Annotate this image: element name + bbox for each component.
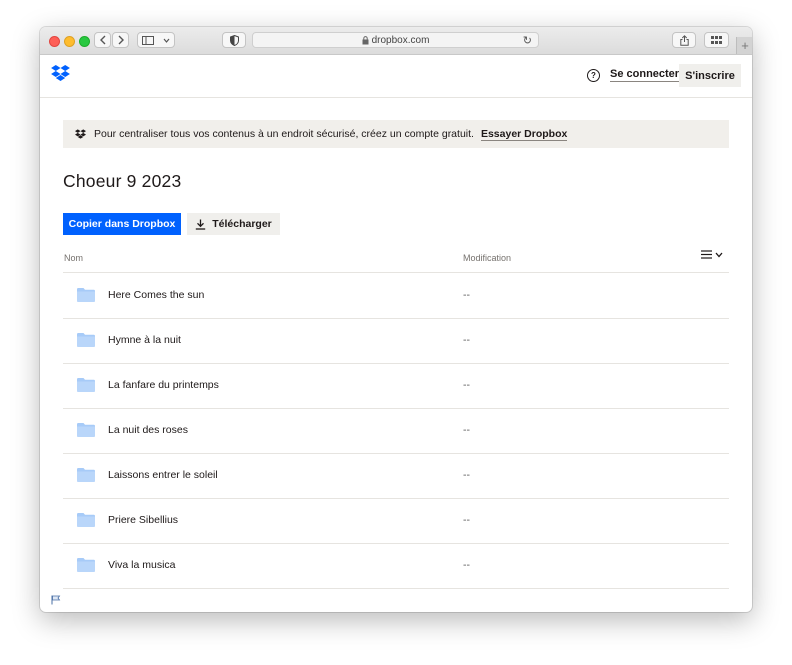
- download-label: Télécharger: [212, 218, 272, 230]
- file-name[interactable]: Priere Sibellius: [108, 514, 178, 526]
- folder-icon: [77, 333, 95, 352]
- folder-icon: [77, 558, 95, 577]
- file-name[interactable]: Laissons entrer le soleil: [108, 469, 218, 481]
- zoom-window-button[interactable]: [79, 36, 90, 47]
- table-row[interactable]: La nuit des roses --: [63, 408, 729, 454]
- grid-icon: [711, 36, 722, 44]
- table-row[interactable]: Laissons entrer le soleil --: [63, 453, 729, 499]
- folder-icon: [77, 513, 95, 532]
- table-row[interactable]: Priere Sibellius --: [63, 498, 729, 544]
- table-row[interactable]: Here Comes the sun --: [63, 273, 729, 319]
- download-icon: [196, 219, 206, 230]
- address-bar[interactable]: dropbox.com ↻: [252, 32, 539, 48]
- browser-toolbar: dropbox.com ↻ +: [40, 27, 752, 55]
- new-tab-button[interactable]: +: [736, 37, 752, 54]
- signup-button[interactable]: S'inscrire: [679, 64, 741, 87]
- modified-value: --: [463, 379, 470, 391]
- modified-value: --: [463, 289, 470, 301]
- dropbox-logo-icon[interactable]: [51, 65, 70, 86]
- table-row[interactable]: Hymne à la nuit --: [63, 318, 729, 364]
- view-options-button[interactable]: [701, 250, 723, 259]
- column-header-name[interactable]: Nom: [64, 253, 83, 263]
- dropbox-logo-icon: [75, 129, 86, 139]
- file-name[interactable]: Hymne à la nuit: [108, 334, 181, 346]
- list-view-icon: [701, 250, 712, 259]
- close-window-button[interactable]: [49, 36, 60, 47]
- folder-icon: [77, 468, 95, 487]
- privacy-report-button[interactable]: [222, 32, 246, 48]
- tab-overview-button[interactable]: [704, 32, 729, 48]
- chevron-down-icon: [715, 252, 723, 257]
- column-header-modified[interactable]: Modification: [463, 253, 511, 263]
- file-name[interactable]: Viva la musica: [108, 559, 176, 571]
- share-icon: [679, 34, 689, 46]
- flag-icon[interactable]: [51, 592, 61, 610]
- file-name[interactable]: Here Comes the sun: [108, 289, 204, 301]
- modified-value: --: [463, 334, 470, 346]
- chevron-down-icon: [163, 38, 170, 43]
- sidebar-icon: [142, 35, 155, 45]
- login-link[interactable]: Se connecter: [610, 68, 680, 82]
- folder-icon: [77, 378, 95, 397]
- share-button[interactable]: [672, 32, 696, 48]
- back-button[interactable]: [94, 32, 111, 48]
- file-name[interactable]: La nuit des roses: [108, 424, 188, 436]
- page-title: Choeur 9 2023: [63, 171, 182, 191]
- sidebar-toggle-button[interactable]: [137, 32, 175, 48]
- copy-to-dropbox-button[interactable]: Copier dans Dropbox: [63, 213, 181, 235]
- lock-icon: [362, 35, 369, 44]
- chevron-left-icon: [99, 35, 105, 45]
- shield-icon: [229, 34, 239, 46]
- table-row[interactable]: Viva la musica --: [63, 543, 729, 589]
- signup-banner: Pour centraliser tous vos contenus à un …: [63, 120, 729, 148]
- url-text: dropbox.com: [371, 34, 430, 46]
- try-dropbox-link[interactable]: Essayer Dropbox: [480, 128, 568, 141]
- site-header: ? Se connecter S'inscrire: [40, 55, 752, 98]
- minimize-window-button[interactable]: [64, 36, 75, 47]
- folder-icon: [77, 288, 95, 307]
- banner-text: Pour centraliser tous vos contenus à un …: [94, 128, 474, 140]
- file-name[interactable]: La fanfare du printemps: [108, 379, 219, 391]
- browser-window: dropbox.com ↻ + ? Se connecter S'inscrir…: [40, 27, 752, 612]
- help-icon[interactable]: ?: [587, 69, 600, 82]
- modified-value: --: [463, 469, 470, 481]
- modified-value: --: [463, 514, 470, 526]
- modified-value: --: [463, 559, 470, 571]
- forward-button[interactable]: [112, 32, 129, 48]
- download-button[interactable]: Télécharger: [187, 213, 280, 235]
- folder-icon: [77, 423, 95, 442]
- modified-value: --: [463, 424, 470, 436]
- table-row[interactable]: La fanfare du printemps --: [63, 363, 729, 409]
- chevron-right-icon: [118, 35, 124, 45]
- reload-icon[interactable]: ↻: [523, 34, 532, 47]
